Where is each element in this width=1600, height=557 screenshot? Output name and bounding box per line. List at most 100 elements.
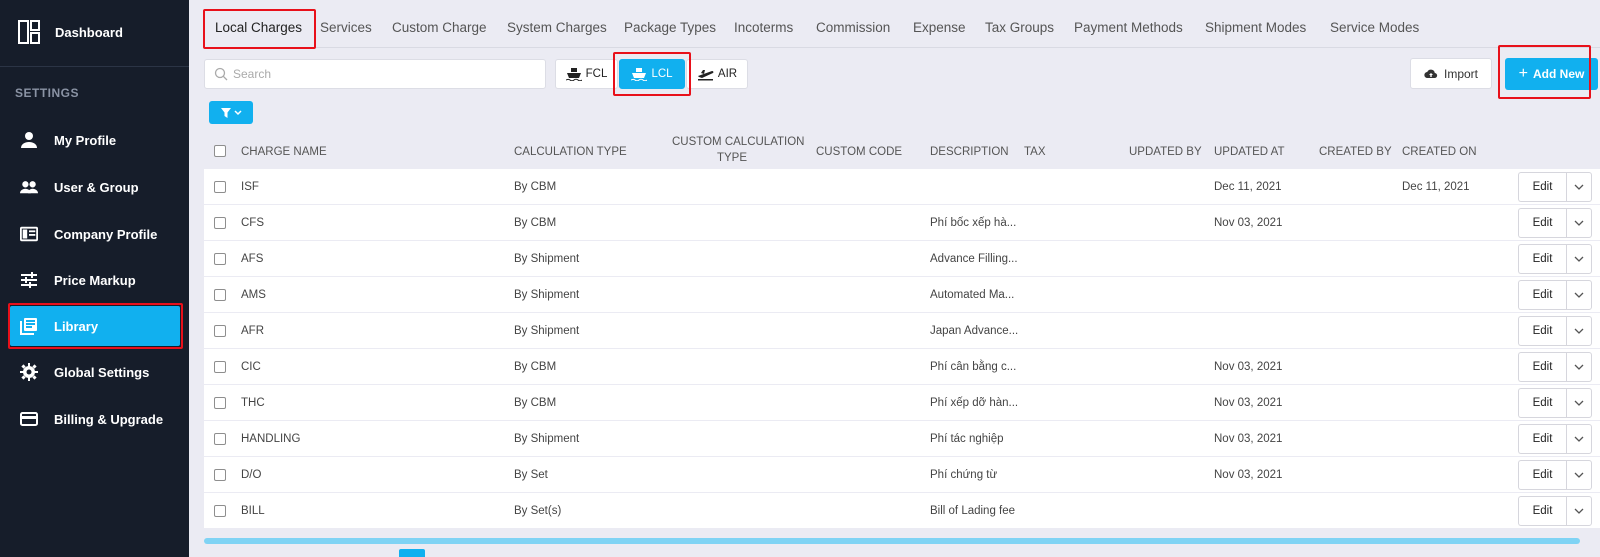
- edit-button[interactable]: Edit: [1518, 208, 1566, 238]
- tab-package-types[interactable]: Package Types: [624, 20, 716, 35]
- sidebar-item-user-group[interactable]: User & Group: [10, 167, 180, 207]
- column-header-calculation-type[interactable]: CALCULATION TYPE: [514, 146, 627, 158]
- sidebar-item-dashboard[interactable]: Dashboard: [0, 0, 189, 66]
- column-header-custom-calculation-type[interactable]: CUSTOM CALCULATION TYPE: [672, 134, 804, 166]
- sidebar-item-label: User & Group: [54, 180, 139, 195]
- row-checkbox[interactable]: [214, 433, 226, 445]
- edit-button[interactable]: Edit: [1518, 244, 1566, 274]
- mode-label: AIR: [717, 68, 738, 80]
- cell-calculation-type: By Set: [514, 469, 548, 481]
- row-actions-dropdown[interactable]: [1566, 388, 1592, 418]
- sidebar-item-library[interactable]: Library: [10, 306, 180, 346]
- sidebar-item-company-profile[interactable]: Company Profile: [10, 214, 180, 254]
- tab-custom-charge[interactable]: Custom Charge: [392, 20, 487, 35]
- sidebar-item-price-markup[interactable]: Price Markup: [10, 260, 180, 300]
- search-input[interactable]: [233, 65, 533, 83]
- row-actions-dropdown[interactable]: [1566, 460, 1592, 490]
- cell-calculation-type: By CBM: [514, 217, 557, 229]
- tab-system-charges[interactable]: System Charges: [507, 20, 607, 35]
- edit-button[interactable]: Edit: [1518, 424, 1566, 454]
- row-actions-dropdown[interactable]: [1566, 496, 1592, 526]
- row-actions-dropdown[interactable]: [1566, 208, 1592, 238]
- cell-charge-name: AFR: [241, 325, 264, 337]
- column-header-custom-code[interactable]: CUSTOM CODE: [816, 146, 902, 158]
- sidebar-item-billing-upgrade[interactable]: Billing & Upgrade: [10, 399, 180, 439]
- row-checkbox[interactable]: [214, 505, 226, 517]
- cell-description: Bill of Lading fee: [930, 505, 1016, 517]
- sidebar-item-label: Billing & Upgrade: [54, 412, 164, 427]
- column-header-description[interactable]: DESCRIPTION: [930, 146, 1009, 158]
- horizontal-scrollbar[interactable]: [204, 538, 1580, 544]
- credit-card-icon: [20, 412, 38, 426]
- cell-charge-name: CFS: [241, 217, 264, 229]
- import-button[interactable]: Import: [1410, 58, 1492, 89]
- row-checkbox[interactable]: [214, 181, 226, 193]
- sidebar-item-label: Company Profile: [54, 227, 158, 242]
- cell-calculation-type: By CBM: [514, 397, 557, 409]
- tab-payment-methods[interactable]: Payment Methods: [1074, 20, 1183, 35]
- filter-icon: [221, 107, 242, 118]
- sidebar-item-my-profile[interactable]: My Profile: [10, 120, 180, 160]
- row-actions-dropdown[interactable]: [1566, 316, 1592, 346]
- row-actions-dropdown[interactable]: [1566, 424, 1592, 454]
- tab-shipment-modes[interactable]: Shipment Modes: [1205, 20, 1306, 35]
- column-header-created-by[interactable]: CREATED BY: [1319, 146, 1392, 158]
- tab-local-charges[interactable]: Local Charges: [215, 20, 302, 35]
- row-checkbox[interactable]: [214, 289, 226, 301]
- cell-updated-at: Dec 11, 2021: [1214, 181, 1282, 193]
- select-all-checkbox[interactable]: [214, 145, 226, 157]
- edit-button[interactable]: Edit: [1518, 496, 1566, 526]
- gear-icon: [20, 363, 38, 381]
- sidebar-item-global-settings[interactable]: Global Settings: [10, 352, 180, 392]
- tab-service-modes[interactable]: Service Modes: [1330, 20, 1419, 35]
- tab-incoterms[interactable]: Incoterms: [734, 20, 793, 35]
- chevron-down-icon: [1574, 328, 1584, 334]
- plane-icon: [697, 70, 714, 81]
- table-row: AFR By Shipment Japan Advance... Edit: [204, 313, 1600, 349]
- edit-button[interactable]: Edit: [1518, 316, 1566, 346]
- cell-updated-at: Nov 03, 2021: [1214, 397, 1283, 409]
- column-header-created-on[interactable]: CREATED ON: [1402, 146, 1477, 158]
- edit-button[interactable]: Edit: [1518, 280, 1566, 310]
- row-checkbox[interactable]: [214, 397, 226, 409]
- row-checkbox[interactable]: [214, 325, 226, 337]
- column-header-tax[interactable]: TAX: [1024, 146, 1046, 158]
- column-header-charge-name[interactable]: CHARGE NAME: [241, 146, 327, 158]
- row-checkbox[interactable]: [214, 469, 226, 481]
- table-row: AFS By Shipment Advance Filling... Edit: [204, 241, 1600, 277]
- pagination-button[interactable]: [399, 549, 425, 557]
- cell-description: Phí cân bằng c...: [930, 361, 1017, 373]
- chevron-down-icon: [1574, 184, 1584, 190]
- mode-fcl-button[interactable]: FCL: [555, 59, 618, 89]
- row-actions-dropdown[interactable]: [1566, 244, 1592, 274]
- cell-calculation-type: By CBM: [514, 361, 557, 373]
- tab-expense[interactable]: Expense: [913, 20, 966, 35]
- edit-button[interactable]: Edit: [1518, 172, 1566, 202]
- mode-air-button[interactable]: AIR: [686, 59, 748, 89]
- mode-lcl-button[interactable]: LCL: [619, 59, 685, 89]
- edit-button[interactable]: Edit: [1518, 352, 1566, 382]
- row-actions-dropdown[interactable]: [1566, 172, 1592, 202]
- row-actions-dropdown[interactable]: [1566, 352, 1592, 382]
- cell-calculation-type: By Set(s): [514, 505, 562, 517]
- users-icon: [20, 181, 38, 194]
- dashboard-icon: [18, 20, 40, 44]
- column-header-updated-at[interactable]: UPDATED AT: [1214, 146, 1285, 158]
- column-header-updated-by[interactable]: UPDATED BY: [1129, 146, 1202, 158]
- filter-dropdown-button[interactable]: [209, 101, 253, 124]
- cell-charge-name: AMS: [241, 289, 266, 301]
- cell-description: Phí tác nghiệp: [930, 433, 1004, 445]
- row-actions-dropdown[interactable]: [1566, 280, 1592, 310]
- edit-button[interactable]: Edit: [1518, 460, 1566, 490]
- cell-description: Automated Ma...: [930, 289, 1015, 301]
- add-new-button[interactable]: + Add New: [1505, 58, 1598, 90]
- edit-button[interactable]: Edit: [1518, 388, 1566, 418]
- cell-updated-at: Nov 03, 2021: [1214, 361, 1283, 373]
- row-checkbox[interactable]: [214, 217, 226, 229]
- row-checkbox[interactable]: [214, 253, 226, 265]
- row-checkbox[interactable]: [214, 361, 226, 373]
- tab-services[interactable]: Services: [320, 20, 372, 35]
- tab-tax-groups[interactable]: Tax Groups: [985, 20, 1054, 35]
- cell-description: Phí chứng từ: [930, 469, 998, 481]
- tab-commission[interactable]: Commission: [816, 20, 890, 35]
